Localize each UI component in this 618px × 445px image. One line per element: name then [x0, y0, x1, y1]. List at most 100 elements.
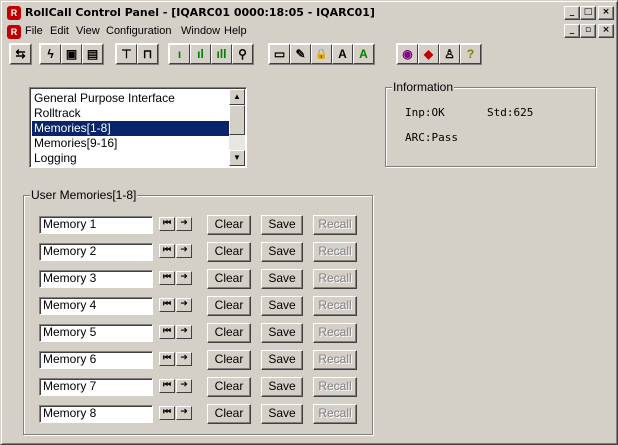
- next-arrow-icon[interactable]: ➜: [176, 325, 192, 339]
- clear-button[interactable]: Clear: [207, 377, 251, 397]
- panel-icon[interactable]: ▭: [269, 44, 290, 64]
- search-icon[interactable]: ⚲: [232, 44, 253, 64]
- memory-row: Memory 5 ⏮ ➜ Clear Save Recall: [39, 323, 359, 343]
- menu-edit[interactable]: Edit: [50, 25, 69, 37]
- recall-button[interactable]: Recall: [313, 377, 357, 397]
- next-arrow-icon[interactable]: ➜: [176, 217, 192, 231]
- lock-icon[interactable]: 🔒: [311, 44, 332, 64]
- font-a-green-icon[interactable]: A: [353, 44, 374, 64]
- network-single-icon[interactable]: ⊓: [137, 44, 158, 64]
- next-arrow-icon[interactable]: ➜: [176, 406, 192, 420]
- information-title: Information: [392, 80, 455, 94]
- signal-low-icon[interactable]: ı: [169, 44, 190, 64]
- globe-icon[interactable]: ◉: [397, 44, 418, 64]
- first-frame-icon[interactable]: ⏮: [159, 379, 175, 393]
- recall-button[interactable]: Recall: [313, 242, 357, 262]
- memory-name-field[interactable]: Memory 1: [39, 216, 153, 234]
- list-item[interactable]: General Purpose Interface: [32, 91, 230, 106]
- listbox-scrollbar[interactable]: ▲ ▼: [229, 89, 245, 166]
- window-title: RollCall Control Panel - [IQARC01 0000:1…: [25, 6, 375, 19]
- save-button[interactable]: Save: [261, 323, 303, 343]
- list-item[interactable]: Logging: [32, 151, 230, 166]
- recall-button[interactable]: Recall: [313, 215, 357, 235]
- mdi-child-icon[interactable]: R: [7, 25, 21, 39]
- save-button[interactable]: Save: [261, 242, 303, 262]
- recall-button[interactable]: Recall: [313, 296, 357, 316]
- memory-name-field[interactable]: Memory 4: [39, 297, 153, 315]
- next-arrow-icon[interactable]: ➜: [176, 271, 192, 285]
- save-icon[interactable]: ▣: [61, 44, 82, 64]
- memory-name-field[interactable]: Memory 8: [39, 405, 153, 423]
- save-button[interactable]: Save: [261, 296, 303, 316]
- mdi-restore-button[interactable]: ▫: [580, 24, 596, 38]
- mdi-close-button[interactable]: ×: [598, 24, 614, 38]
- memory-name-field[interactable]: Memory 6: [39, 351, 153, 369]
- mdi-minimize-button[interactable]: _: [564, 24, 580, 38]
- scroll-up-icon[interactable]: ▲: [229, 89, 245, 105]
- save-all-icon[interactable]: ▤: [82, 44, 103, 64]
- menu-window[interactable]: Window: [181, 25, 220, 37]
- list-item-selected[interactable]: Memories[1-8]: [32, 121, 230, 136]
- connect-icon[interactable]: ⇆: [10, 44, 31, 64]
- memory-name-field[interactable]: Memory 2: [39, 243, 153, 261]
- first-frame-icon[interactable]: ⏮: [159, 244, 175, 258]
- menu-view[interactable]: View: [76, 25, 100, 37]
- clear-button[interactable]: Clear: [207, 269, 251, 289]
- next-arrow-icon[interactable]: ➜: [176, 244, 192, 258]
- recall-button[interactable]: Recall: [313, 404, 357, 424]
- toolbar-group-network: ⊤ ⊓: [115, 43, 159, 65]
- signal-high-icon[interactable]: ıll: [211, 44, 232, 64]
- scroll-thumb[interactable]: [229, 105, 245, 135]
- first-frame-icon[interactable]: ⏮: [159, 406, 175, 420]
- clear-button[interactable]: Clear: [207, 215, 251, 235]
- save-button[interactable]: Save: [261, 215, 303, 235]
- next-arrow-icon[interactable]: ➜: [176, 298, 192, 312]
- memory-name-field[interactable]: Memory 5: [39, 324, 153, 342]
- clear-button[interactable]: Clear: [207, 350, 251, 370]
- minimize-button[interactable]: _: [564, 6, 580, 20]
- clear-button[interactable]: Clear: [207, 242, 251, 262]
- diamond-icon[interactable]: ◆: [418, 44, 439, 64]
- save-button[interactable]: Save: [261, 404, 303, 424]
- recall-button[interactable]: Recall: [313, 350, 357, 370]
- next-arrow-icon[interactable]: ➜: [176, 379, 192, 393]
- recall-button[interactable]: Recall: [313, 323, 357, 343]
- first-frame-icon[interactable]: ⏮: [159, 271, 175, 285]
- menu-configuration[interactable]: Configuration: [106, 25, 171, 37]
- scroll-down-icon[interactable]: ▼: [229, 150, 245, 166]
- first-frame-icon[interactable]: ⏮: [159, 352, 175, 366]
- network-icon[interactable]: ⊤: [116, 44, 137, 64]
- save-button[interactable]: Save: [261, 350, 303, 370]
- list-item[interactable]: Rolltrack: [32, 106, 230, 121]
- menu-file[interactable]: File: [25, 25, 43, 37]
- toolbar-group-signal: ı ıl ıll ⚲: [168, 43, 254, 65]
- signal-med-icon[interactable]: ıl: [190, 44, 211, 64]
- memory-row: Memory 6 ⏮ ➜ Clear Save Recall: [39, 350, 359, 370]
- first-frame-icon[interactable]: ⏮: [159, 325, 175, 339]
- section-listbox[interactable]: General Purpose Interface Rolltrack Memo…: [29, 87, 247, 168]
- recall-button[interactable]: Recall: [313, 269, 357, 289]
- first-frame-icon[interactable]: ⏮: [159, 298, 175, 312]
- memory-name-field[interactable]: Memory 7: [39, 378, 153, 396]
- menu-help[interactable]: Help: [224, 25, 247, 37]
- maximize-button[interactable]: □: [580, 6, 596, 20]
- close-button[interactable]: ×: [598, 6, 614, 20]
- rollcall-app-icon[interactable]: R: [7, 6, 21, 20]
- toolbar-group-panel: ▭ ✎ 🔒 A A: [268, 43, 375, 65]
- save-button[interactable]: Save: [261, 377, 303, 397]
- save-button[interactable]: Save: [261, 269, 303, 289]
- user-icon[interactable]: ♙: [439, 44, 460, 64]
- information-group: Information Inp:OK Std:625 ARC:Pass: [385, 80, 596, 167]
- title-bar[interactable]: R RollCall Control Panel - [IQARC01 0000…: [4, 4, 614, 22]
- help-icon[interactable]: ?: [460, 44, 481, 64]
- edit-panel-icon[interactable]: ✎: [290, 44, 311, 64]
- list-item[interactable]: Memories[9-16]: [32, 136, 230, 151]
- next-arrow-icon[interactable]: ➜: [176, 352, 192, 366]
- font-a-icon[interactable]: A: [332, 44, 353, 64]
- memory-name-field[interactable]: Memory 3: [39, 270, 153, 288]
- first-frame-icon[interactable]: ⏮: [159, 217, 175, 231]
- lightning-icon[interactable]: ϟ: [40, 44, 61, 64]
- clear-button[interactable]: Clear: [207, 296, 251, 316]
- clear-button[interactable]: Clear: [207, 404, 251, 424]
- clear-button[interactable]: Clear: [207, 323, 251, 343]
